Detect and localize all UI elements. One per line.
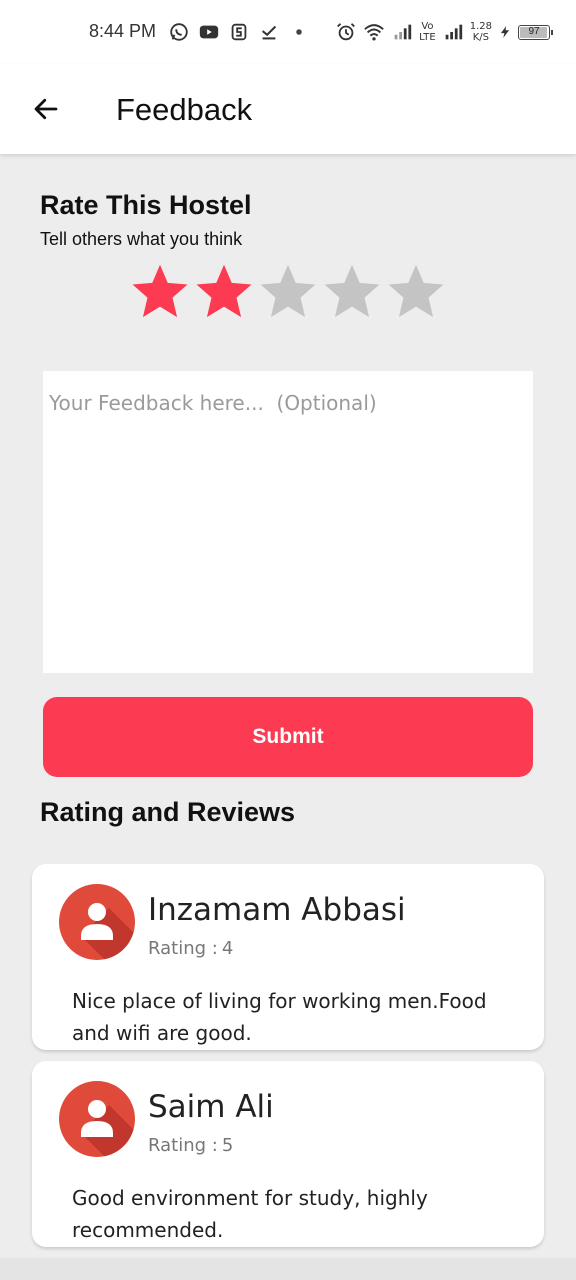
signal-icon-2 bbox=[445, 24, 462, 40]
star-rating[interactable] bbox=[128, 260, 448, 324]
review-rating: Rating :4 bbox=[148, 938, 233, 959]
dot-icon bbox=[296, 29, 302, 35]
star-5-icon[interactable] bbox=[384, 260, 448, 324]
arrow-back-icon bbox=[34, 98, 58, 120]
rate-section-subtitle: Tell others what you think bbox=[40, 229, 243, 249]
feedback-input[interactable] bbox=[43, 371, 533, 673]
rate-section-title: Rate This Hostel bbox=[40, 190, 252, 220]
signal-icon-1 bbox=[394, 24, 412, 40]
charging-icon bbox=[500, 26, 510, 38]
navigation-bar bbox=[0, 1258, 576, 1280]
submit-button[interactable]: Submit bbox=[43, 697, 533, 777]
review-rating: Rating :5 bbox=[148, 1135, 233, 1156]
whatsapp-icon bbox=[170, 23, 188, 41]
network-speed-unit: K/S bbox=[472, 32, 489, 43]
review-card: Inzamam Abbasi Rating :4 Nice place of l… bbox=[32, 864, 544, 1050]
volte-top: Vo bbox=[421, 21, 434, 32]
wifi-icon bbox=[364, 24, 384, 41]
alarm-icon bbox=[337, 23, 356, 41]
star-2-icon[interactable] bbox=[192, 260, 256, 324]
status-bar: 8:44 PM Vo LTE 1.28 K/S 97 bbox=[0, 0, 576, 64]
status-left-icons bbox=[168, 20, 310, 44]
battery-percent: 97 bbox=[528, 25, 540, 37]
volte-bottom: LTE bbox=[419, 32, 436, 43]
rating-value: 4 bbox=[221, 938, 234, 959]
reviewer-name: Saim Ali bbox=[148, 1089, 274, 1125]
page-title: Feedback bbox=[116, 92, 253, 127]
status-right-icons: Vo LTE 1.28 K/S 97 bbox=[335, 18, 553, 46]
battery-indicator: 97 bbox=[518, 24, 553, 40]
download-done-icon bbox=[261, 25, 277, 40]
star-3-icon[interactable] bbox=[256, 260, 320, 324]
avatar-icon bbox=[59, 1081, 135, 1157]
star-1-icon[interactable] bbox=[128, 260, 192, 324]
review-card: Saim Ali Rating :5 Good environment for … bbox=[32, 1061, 544, 1247]
reviewer-name: Inzamam Abbasi bbox=[148, 892, 406, 928]
network-speed: 1.28 K/S bbox=[470, 21, 492, 43]
status-time: 8:44 PM bbox=[89, 21, 157, 41]
rating-label: Rating : bbox=[148, 938, 218, 959]
review-text: Good environment for study, highly recom… bbox=[72, 1186, 428, 1242]
app-bar: Feedback bbox=[0, 64, 576, 154]
star-4-icon[interactable] bbox=[320, 260, 384, 324]
review-text: Nice place of living for working men.Foo… bbox=[72, 989, 487, 1045]
rating-label: Rating : bbox=[148, 1135, 218, 1156]
avatar-icon bbox=[59, 884, 135, 960]
s-app-icon bbox=[231, 23, 247, 41]
volte-badge: Vo LTE bbox=[419, 21, 436, 43]
back-button[interactable] bbox=[26, 89, 66, 129]
reviews-section-title: Rating and Reviews bbox=[40, 797, 296, 827]
network-speed-value: 1.28 bbox=[469, 21, 492, 32]
rating-value: 5 bbox=[221, 1135, 234, 1156]
youtube-icon bbox=[199, 25, 219, 39]
